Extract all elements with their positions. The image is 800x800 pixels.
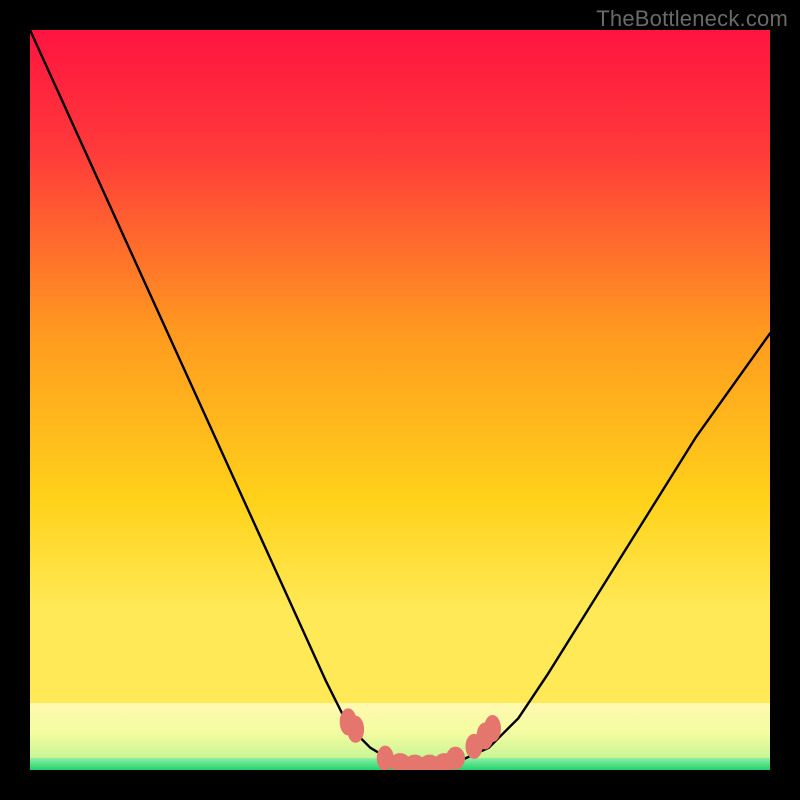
chart-stage: TheBottleneck.com [0,0,800,800]
gradient-background [30,30,770,703]
highlight-dot [447,747,465,769]
watermark-text: TheBottleneck.com [596,6,788,32]
plot-area [30,30,770,770]
highlight-dot [485,716,501,742]
highlight-dot [348,716,364,742]
chart-svg [30,30,770,770]
pale-band [30,703,770,758]
